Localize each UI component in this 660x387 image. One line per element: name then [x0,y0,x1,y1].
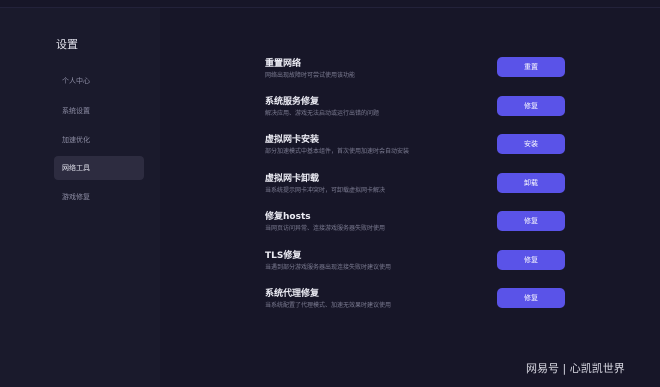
tool-description: 当遇到部分游戏服务器出现连接失败时建议使用 [265,264,392,271]
virtual-nic-install-button[interactable]: 安装 [497,134,565,154]
tool-title: TLS修复 [265,251,302,261]
tool-description: 网络出现故障时可尝试使用该功能 [265,72,356,79]
tool-title: 系统代理修复 [265,289,320,299]
tool-title: 重置网络 [265,59,302,69]
sidebar-item-profile[interactable]: 个人中心 [54,69,144,93]
network-tools-panel: 重置网络 网络出现故障时可尝试使用该功能 重置 系统服务修复 解决应用、游戏无法… [160,8,660,387]
tool-description: 解决应用、游戏无法启动或运行出错的问题 [265,110,380,117]
sidebar-item-acceleration[interactable]: 加速优化 [54,128,144,152]
tool-title: 修复hosts [265,212,311,222]
tool-title: 系统服务修复 [265,97,320,107]
tls-repair-button[interactable]: 修复 [497,250,565,270]
system-service-repair-button[interactable]: 修复 [497,96,565,116]
tool-description: 部分加速模式中基本组件，首次使用加速时会自动安装 [265,148,410,155]
tool-title: 虚拟网卡安装 [265,135,320,145]
reset-network-button[interactable]: 重置 [497,57,565,77]
sidebar-item-network-tools[interactable]: 网络工具 [54,156,144,180]
hosts-repair-button[interactable]: 修复 [497,211,565,231]
sidebar-item-system-settings[interactable]: 系统设置 [54,99,144,123]
app-window: 设置 个人中心 系统设置 加速优化 网络工具 游戏修复 重置网络 网络出现故障时… [0,0,660,387]
tool-description: 当网页访问异常、连接游戏服务器失败时使用 [265,225,386,232]
watermark: 网易号 | 心凯凯世界 [526,362,625,375]
tool-description: 当系统配置了代理模式、加速无效果时建议使用 [265,302,392,309]
tool-description: 当系统提示网卡冲突时，可卸载虚拟网卡解决 [265,187,386,194]
system-proxy-repair-button[interactable]: 修复 [497,288,565,308]
sidebar-item-game-repair[interactable]: 游戏修复 [54,185,144,209]
settings-title: 设置 [56,38,78,51]
virtual-nic-uninstall-button[interactable]: 卸载 [497,173,565,193]
tool-title: 虚拟网卡卸载 [265,174,320,184]
